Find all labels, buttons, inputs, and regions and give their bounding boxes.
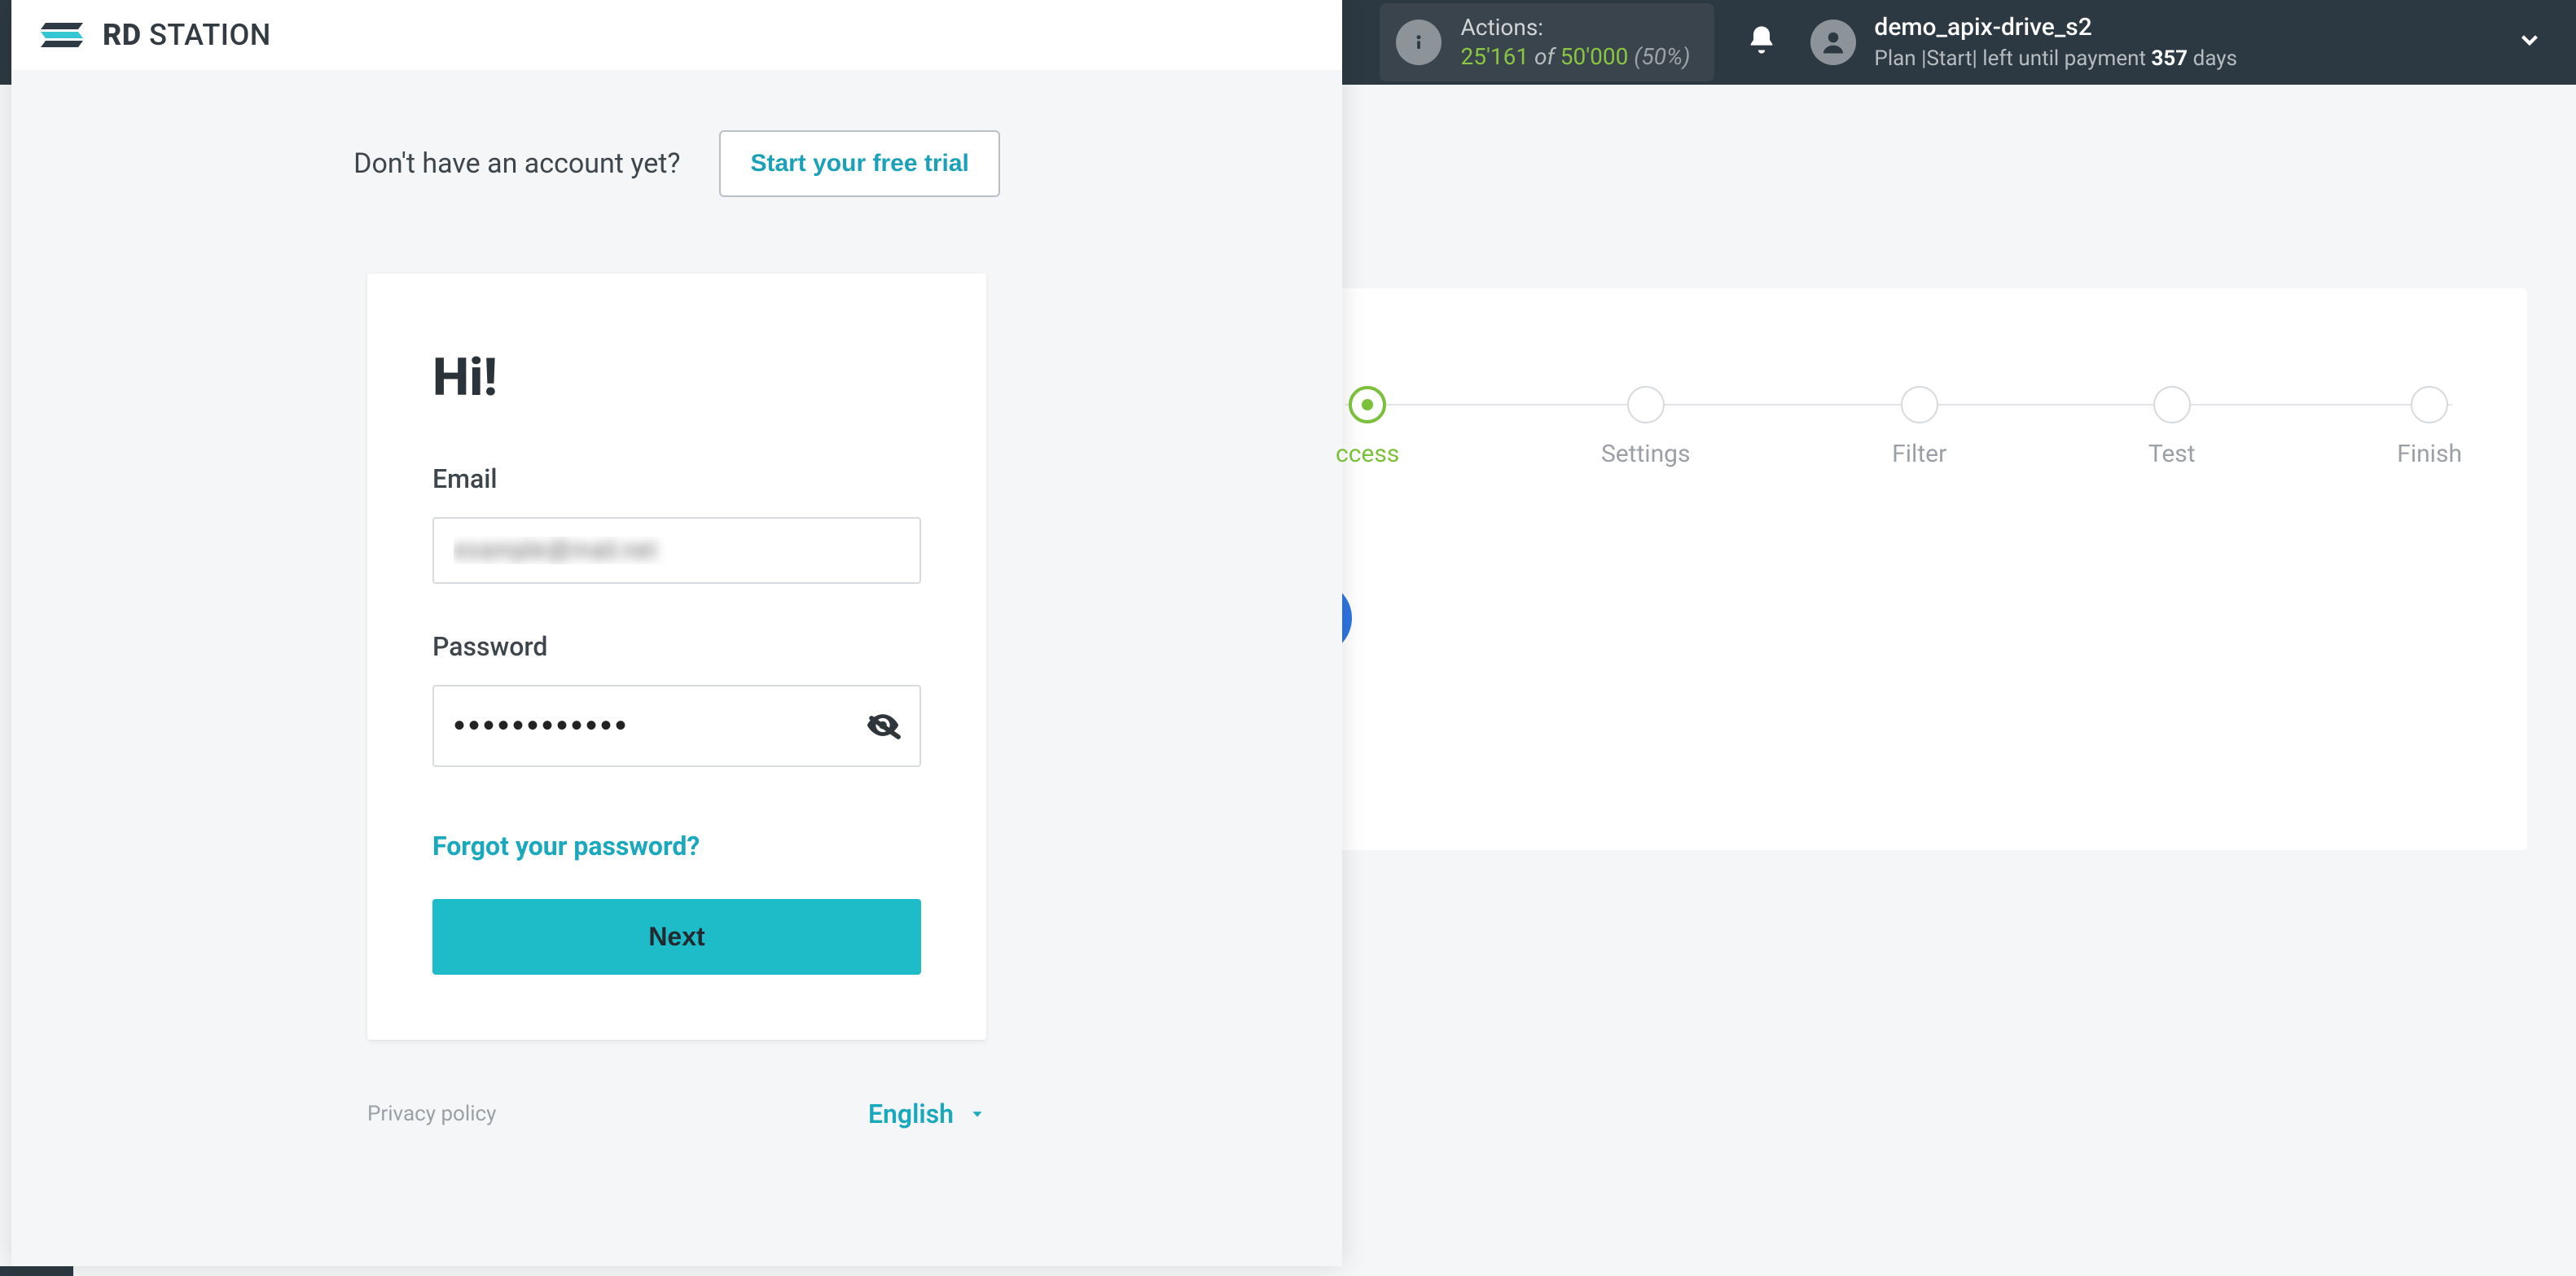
rd-login-overlay: RD STATION Don't have an account yet? St…: [11, 0, 1342, 1266]
actions-used: 25'161: [1461, 43, 1529, 70]
step-finish[interactable]: Finish: [2397, 386, 2462, 468]
actions-of: of: [1529, 43, 1560, 70]
login-greeting: Hi!: [432, 347, 921, 408]
rd-logo: RD STATION: [11, 0, 1342, 70]
no-account-text: Don't have an account yet?: [353, 147, 680, 180]
step-access[interactable]: ccess: [1336, 386, 1399, 468]
actions-percent: (50%): [1628, 43, 1690, 70]
user-menu[interactable]: demo_apix-drive_s2 Plan |Start| left unt…: [1810, 11, 2543, 73]
step-test[interactable]: Test: [2148, 386, 2196, 468]
step-filter[interactable]: Filter: [1892, 386, 1946, 468]
forgot-password-link[interactable]: Forgot your password?: [432, 831, 700, 862]
chevron-down-icon: [2516, 26, 2543, 59]
step-settings[interactable]: Settings: [1601, 386, 1691, 468]
privacy-policy-link[interactable]: Privacy policy: [367, 1102, 496, 1126]
info-icon: [1396, 20, 1442, 65]
actions-total: 50'000: [1560, 43, 1629, 70]
rd-logo-icon: [41, 18, 88, 52]
user-plan: Plan |Start| left until payment 357 days: [1874, 45, 2237, 73]
actions-quota-block: Actions: 25'161 of 50'000 (50%): [1380, 3, 1715, 82]
notifications-icon[interactable]: [1745, 24, 1778, 62]
password-input[interactable]: [432, 685, 921, 767]
start-trial-button[interactable]: Start your free trial: [719, 130, 999, 197]
next-button[interactable]: Next: [432, 899, 921, 975]
workflow-steps: ccess Settings Filter Test Finish: [1336, 386, 2462, 468]
password-label: Password: [432, 631, 921, 662]
email-label: Email: [432, 463, 921, 494]
language-selector[interactable]: English: [868, 1098, 986, 1129]
caret-down-icon: [968, 1098, 986, 1129]
user-name: demo_apix-drive_s2: [1874, 11, 2237, 45]
email-input[interactable]: [432, 517, 921, 584]
actions-label: Actions:: [1461, 13, 1691, 42]
toggle-password-visibility-button[interactable]: [864, 706, 902, 746]
login-card: Hi! Email Password Forgot your password?…: [367, 274, 986, 1040]
eye-off-icon: [864, 734, 902, 746]
avatar-icon: [1810, 20, 1856, 65]
